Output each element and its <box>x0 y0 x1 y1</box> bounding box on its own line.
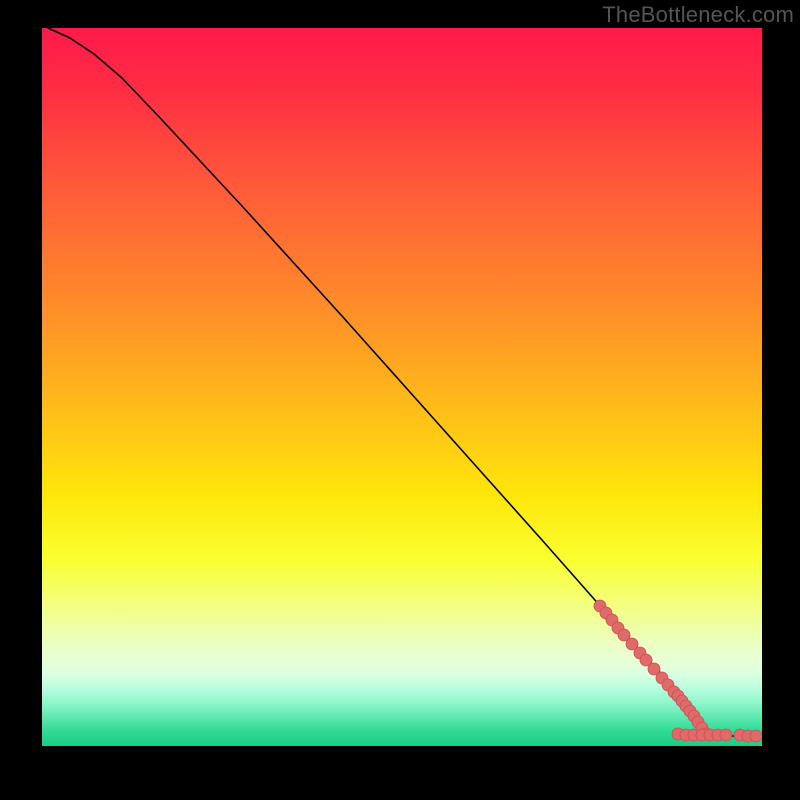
chart-line <box>48 28 754 736</box>
attribution-text: TheBottleneck.com <box>602 2 794 28</box>
chart-plot-area <box>42 28 762 746</box>
chart-svg <box>42 28 762 746</box>
scatter-dot <box>750 730 762 742</box>
scatter-dot <box>720 729 732 741</box>
chart-scatter-group <box>594 600 762 742</box>
